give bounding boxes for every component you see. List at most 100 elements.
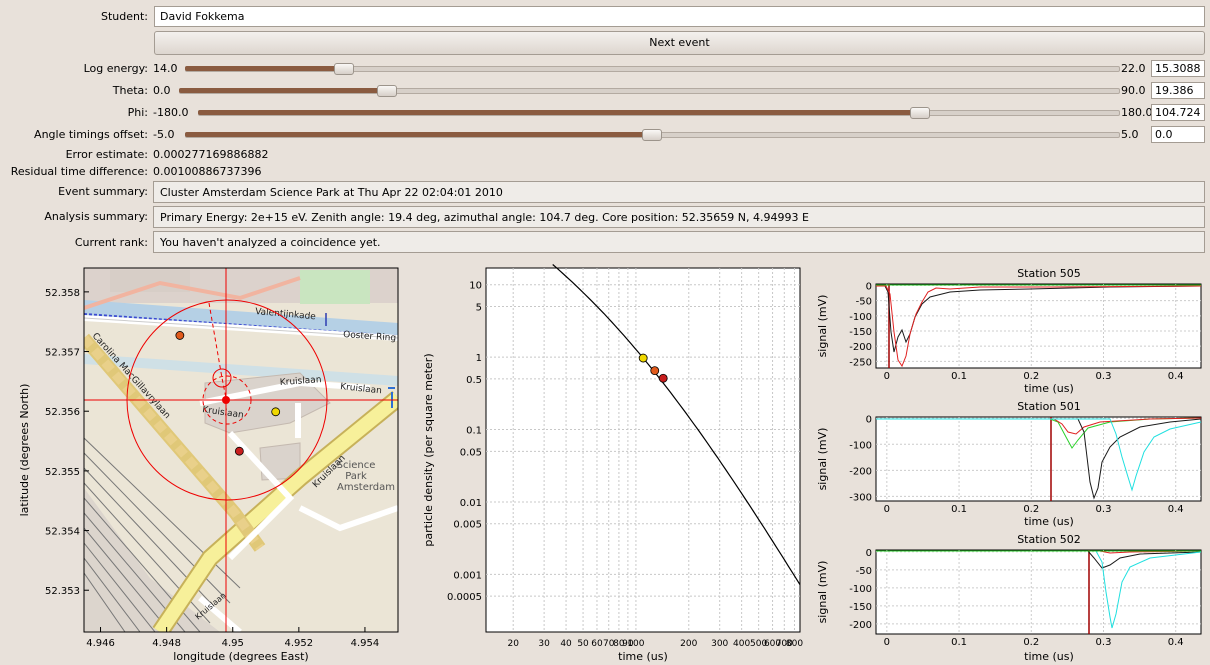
ldf-axes-frame [485, 267, 801, 633]
ldf-ylabel: particle density (per square meter) [422, 353, 435, 546]
ldf-xtick-label: 50 [577, 639, 589, 649]
trace-xtick-label: 0.3 [1096, 637, 1112, 648]
trace-ytick-label: -50 [856, 566, 872, 577]
ldf-point [658, 373, 668, 383]
slider-value-input[interactable]: 15.3088 [1151, 60, 1205, 77]
trace-ytick-label: 0 [866, 548, 872, 559]
ldf-chart[interactable]: 20 30 40 50 60 708090100 200 300 400 500600700800… [410, 258, 810, 665]
map-ytick-label: 52.354 [45, 527, 80, 538]
ldf-ytick-label: 10 [469, 281, 482, 292]
core-marker[interactable] [222, 396, 230, 404]
map-area-label: Park [345, 471, 367, 482]
trace-ytick-label: -100 [849, 584, 872, 595]
ldf-ytick-label: 0.0005 [447, 592, 482, 603]
map-ytick-label: 52.355 [45, 467, 80, 478]
trace-xtick-label: 0 [884, 504, 890, 515]
map-xtick-label: 4.95 [222, 638, 244, 649]
trace-ytick-label: -100 [849, 440, 872, 451]
ldf-xtick-label: 300 [711, 639, 728, 649]
slider-min: 14.0 [153, 62, 178, 75]
trace-plot-501[interactable]: Station 501 0-100-200-300 0 0.1 0.2 0.3 0.4 … [816, 400, 1202, 528]
ldf-xtick-label: 800 [786, 639, 803, 649]
ldf-ytick-label: 1 [476, 353, 482, 364]
trace-xtick-label: 0.1 [951, 504, 967, 515]
slider-handle[interactable] [334, 63, 355, 75]
slider-fill [178, 88, 381, 93]
ldf-ytick-label: 0.1 [466, 426, 482, 437]
analysis-summary-field: Primary Energy: 2e+15 eV. Zenith angle: … [153, 206, 1205, 228]
trace-ylabel: signal (mV) [816, 561, 829, 624]
ldf-xtick-label: 400 [733, 639, 750, 649]
map-ytick-label: 52.358 [45, 288, 80, 299]
trace-ytick-label: -150 [849, 327, 872, 338]
slider-label: Angle timings offset: [34, 128, 148, 141]
trace-ytick-label: 0 [866, 282, 872, 293]
trace-xtick-label: 0.4 [1168, 371, 1184, 382]
slider-min: 0.0 [153, 84, 171, 97]
slider-label: Phi: [127, 106, 148, 119]
ldf-ytick-label: 0.05 [460, 447, 482, 458]
map-xlabel: longitude (degrees East) [173, 650, 308, 663]
trace-plot-505[interactable]: Station 505 0 -50 -100 -150 -200 -250 0 0.1 0.2… [816, 267, 1202, 395]
map-plot[interactable]: Valentijnkade Ooster Ring Kruislaan Krui… [0, 258, 410, 665]
map-area-label: Amsterdam [337, 482, 395, 493]
student-label: Student: [100, 10, 148, 23]
ldf-xtick-label: 30 [538, 639, 550, 649]
trace-ytick-label: -200 [849, 466, 872, 477]
station-marker[interactable] [175, 331, 185, 340]
map-tiles: Valentijnkade Ooster Ring Kruislaan Krui… [84, 268, 398, 632]
trace-xtick-label: 0.1 [951, 637, 967, 648]
station-marker[interactable] [271, 407, 281, 417]
student-input[interactable]: David Fokkema [154, 6, 1205, 27]
ldf-ytick-label: 0.5 [466, 375, 482, 386]
slider-value-input[interactable]: 0.0 [1151, 126, 1205, 143]
trace-xtick-label: 0.4 [1168, 504, 1184, 515]
trace-ylabel: signal (mV) [816, 428, 829, 491]
analysis-summary-label: Analysis summary: [44, 210, 148, 223]
slider-fill [198, 110, 914, 115]
slider-value-input[interactable]: 104.724 [1151, 104, 1205, 121]
slider-value-input[interactable]: 19.386 [1151, 82, 1205, 99]
slider-fill [185, 132, 646, 137]
ldf-point [650, 366, 660, 376]
trace-xtick-label: 0.2 [1023, 504, 1039, 515]
map-xtick-label: 4.952 [285, 638, 314, 649]
ldf-xtick-label: 100 [627, 639, 644, 649]
residual-label: Residual time difference: [10, 165, 148, 178]
ldf-point [638, 353, 648, 363]
ldf-xlabel: time (us) [618, 650, 668, 663]
slider-max: 180.0 [1121, 106, 1153, 119]
trace-ytick-label: -200 [849, 342, 872, 353]
slider-handle[interactable] [641, 129, 662, 141]
station-marker[interactable] [234, 446, 244, 456]
ldf-ytick-label: 5 [476, 302, 482, 313]
trace-xtick-label: 0.2 [1023, 637, 1039, 648]
event-summary-label: Event summary: [58, 185, 148, 198]
trace-plot-502[interactable]: Station 502 0 -50 -100 -150 -200 0 0.1 0.2 0.3 0… [816, 533, 1202, 663]
trace-ytick-label: -50 [856, 297, 872, 308]
map-xtick-label: 4.954 [351, 638, 380, 649]
map-ytick-label: 52.356 [45, 407, 80, 418]
error-value: 0.000277169886882 [153, 148, 269, 161]
slider-label: Theta: [112, 84, 148, 97]
slider-min: -5.0 [153, 128, 175, 141]
slider-handle[interactable] [376, 85, 397, 97]
residual-value: 0.00100886737396 [153, 165, 262, 178]
slider-max: 90.0 [1121, 84, 1146, 97]
map-area-label: Science [337, 460, 376, 471]
ldf-xtick-label: 200 [680, 639, 697, 649]
ldf-xtick-label: 40 [560, 639, 572, 649]
ldf-ytick-label: 0.001 [453, 570, 482, 581]
trace-xlabel: time (us) [1024, 382, 1074, 395]
current-rank-label: Current rank: [74, 236, 148, 249]
ldf-xtick-label: 20 [507, 639, 519, 649]
map-ytick-label: 52.357 [45, 348, 80, 359]
slider-min: -180.0 [153, 106, 189, 119]
trace-ytick-label: -150 [849, 602, 872, 613]
trace-ytick-label: -100 [849, 312, 872, 323]
map-xtick-label: 4.946 [86, 638, 115, 649]
slider-handle[interactable] [909, 107, 930, 119]
trace-xtick-label: 0 [884, 637, 890, 648]
trace-ylabel: signal (mV) [816, 295, 829, 358]
next-event-button[interactable]: Next event [154, 31, 1205, 55]
